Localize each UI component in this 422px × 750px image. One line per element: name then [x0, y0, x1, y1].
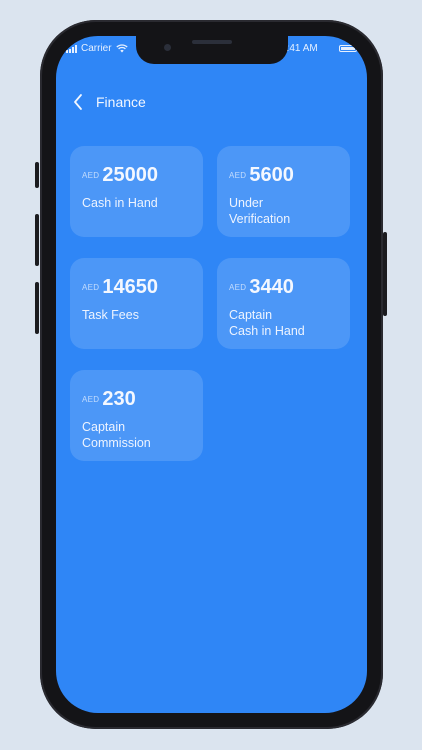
finance-card-captain-commission[interactable]: AED 230 Captain Commission [70, 370, 203, 461]
volume-down-button [35, 282, 39, 334]
app-screen: Carrier 9:41 AM Finance AED 25000 Cash i… [56, 36, 367, 713]
amount-value: 5600 [249, 164, 294, 186]
status-left: Carrier [66, 43, 128, 54]
currency-label: AED [82, 395, 100, 404]
finance-card-task-fees[interactable]: AED 14650 Task Fees [70, 258, 203, 349]
speaker-grille [192, 40, 232, 44]
carrier-label: Carrier [81, 43, 112, 54]
card-label: Under Verification [229, 196, 291, 226]
silent-switch [35, 162, 39, 188]
amount-row: AED 14650 [82, 276, 191, 300]
signal-icon [66, 44, 77, 53]
currency-label: AED [229, 283, 247, 292]
card-label: Task Fees [82, 308, 139, 322]
chevron-left-icon[interactable] [72, 93, 84, 111]
card-label: Captain Cash in Hand [229, 308, 305, 338]
currency-label: AED [229, 171, 247, 180]
volume-up-button [35, 214, 39, 266]
front-camera [164, 44, 171, 51]
finance-card-under-verification[interactable]: AED 5600 Under Verification [217, 146, 350, 237]
finance-card-cash-in-hand[interactable]: AED 25000 Cash in Hand [70, 146, 203, 237]
amount-row: AED 5600 [229, 164, 338, 188]
wifi-icon [115, 44, 128, 53]
page-header: Finance [72, 91, 146, 113]
amount-row: AED 230 [82, 388, 191, 412]
currency-label: AED [82, 283, 100, 292]
notch [136, 36, 288, 64]
battery-icon [339, 45, 359, 52]
page-title: Finance [96, 94, 146, 110]
power-button [383, 232, 387, 316]
amount-value: 14650 [102, 276, 158, 298]
amount-row: AED 3440 [229, 276, 338, 300]
amount-value: 25000 [102, 164, 158, 186]
card-label: Cash in Hand [82, 196, 158, 210]
device-mockup: Carrier 9:41 AM Finance AED 25000 Cash i… [0, 0, 422, 750]
amount-row: AED 25000 [82, 164, 191, 188]
amount-value: 230 [102, 388, 136, 410]
amount-value: 3440 [249, 276, 294, 298]
phone-body: Carrier 9:41 AM Finance AED 25000 Cash i… [40, 20, 383, 729]
finance-card-captain-cash-in-hand[interactable]: AED 3440 Captain Cash in Hand [217, 258, 350, 349]
currency-label: AED [82, 171, 100, 180]
card-label: Captain Commission [82, 420, 151, 450]
